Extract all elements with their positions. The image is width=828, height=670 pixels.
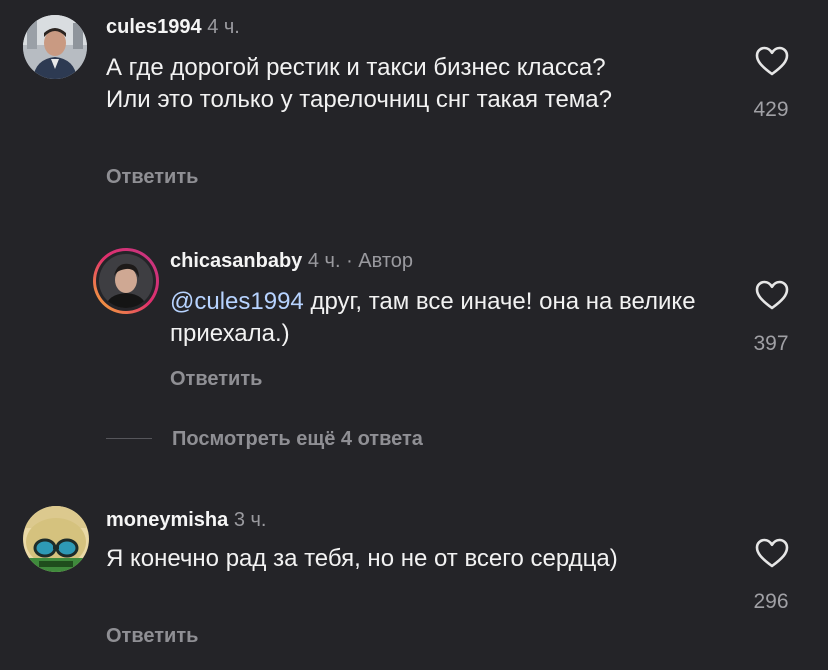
- comment-text: Я конечно рад за тебя, но не от всего се…: [106, 545, 618, 572]
- username[interactable]: cules1994: [106, 16, 202, 38]
- timestamp: 4 ч. · Автор: [307, 250, 413, 272]
- view-more-replies-button[interactable]: Посмотреть ещё 4 ответа: [172, 428, 423, 451]
- comment-text: А где дорогой рестик и такси бизнес клас…: [106, 54, 612, 113]
- comment-author[interactable]: moneymisha 3 ч.: [106, 509, 266, 532]
- timestamp: 3 ч.: [233, 509, 267, 531]
- comment-text: @cules1994 друг, там все иначе! она на в…: [170, 286, 715, 350]
- avatar-photo: [23, 15, 87, 79]
- like-button[interactable]: [752, 46, 792, 76]
- mention-link[interactable]: @cules1994: [170, 288, 304, 315]
- heart-outline-icon: [755, 280, 789, 310]
- avatar-cules1994[interactable]: [23, 15, 87, 79]
- divider: [106, 438, 152, 439]
- like-button[interactable]: [752, 538, 792, 568]
- heart-outline-icon: [755, 538, 789, 568]
- avatar-moneymisha[interactable]: [23, 506, 89, 572]
- username[interactable]: moneymisha: [106, 509, 228, 531]
- comment-author[interactable]: chicasanbaby 4 ч. · Автор: [170, 250, 413, 273]
- reply-button[interactable]: Ответить: [106, 166, 198, 189]
- reply-button[interactable]: Ответить: [106, 625, 198, 648]
- like-count: 296: [753, 590, 789, 613]
- heart-outline-icon: [755, 46, 789, 76]
- comment-author[interactable]: cules1994 4 ч.: [106, 16, 240, 39]
- like-count: 429: [753, 98, 789, 121]
- username[interactable]: chicasanbaby: [170, 250, 302, 272]
- avatar-photo: [23, 506, 89, 572]
- reply-button[interactable]: Ответить: [170, 368, 262, 391]
- avatar-photo: [99, 254, 153, 308]
- avatar-chicasanbaby[interactable]: [93, 248, 159, 314]
- like-button[interactable]: [752, 280, 792, 310]
- timestamp: 4 ч.: [207, 16, 240, 38]
- like-count: 397: [753, 332, 789, 355]
